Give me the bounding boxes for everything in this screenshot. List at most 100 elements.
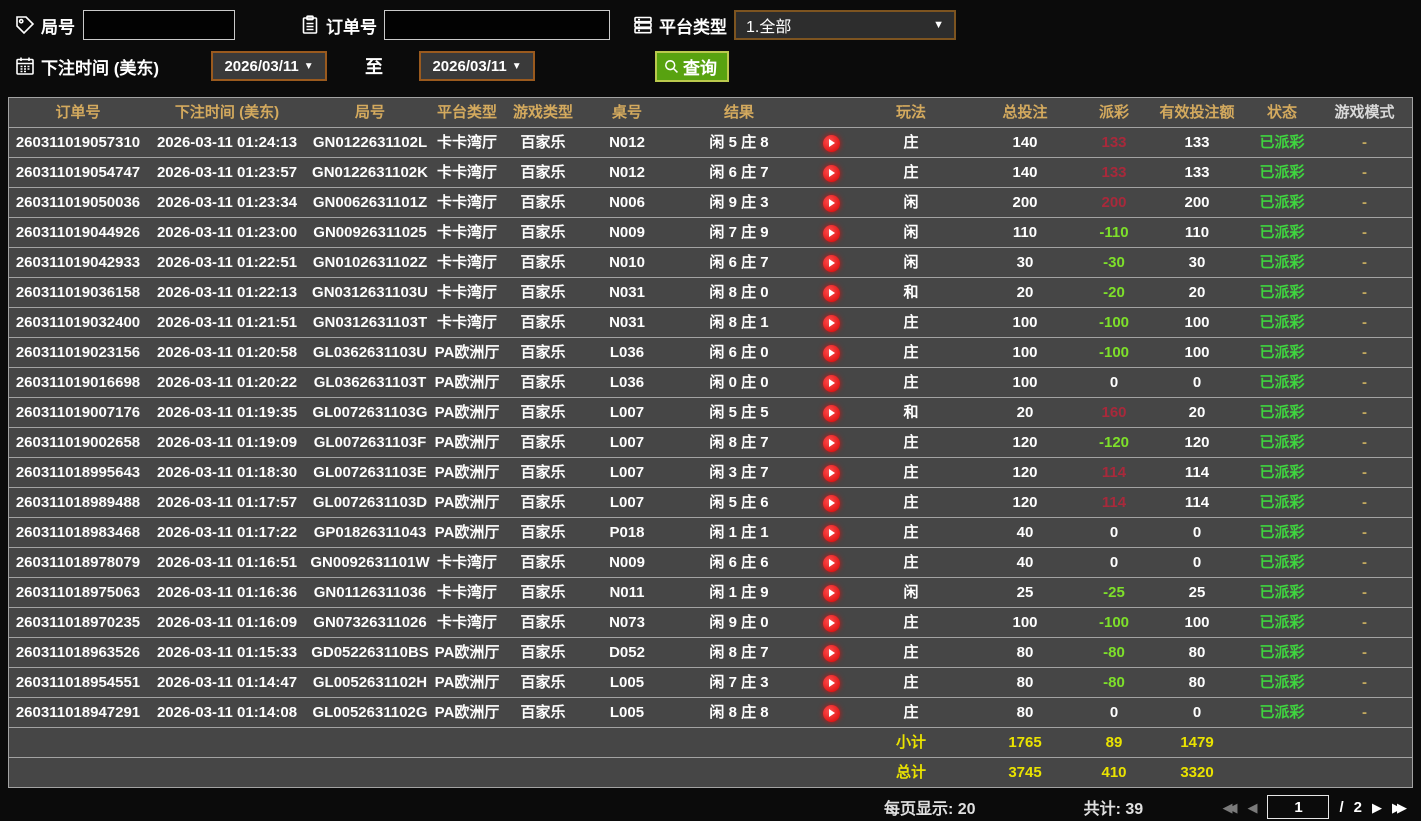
last-page-icon[interactable]: ▶▶ [1392,801,1407,814]
table-row: 260311019054747 2026-03-11 01:23:57 GN0122… [9,158,1412,188]
page-divider: / [1339,798,1344,816]
play-video-icon[interactable] [822,494,840,512]
cell-valid-bet: 20 [1188,284,1206,301]
cell-result: 闲 6 庄 6 [709,554,769,571]
cell-valid-bet: 133 [1184,164,1210,181]
first-page-icon[interactable]: ◀◀ [1222,801,1237,814]
cell-game-mode: - [1362,464,1367,481]
cell-game-no: GN0062631101Z [312,194,428,211]
play-video-icon[interactable] [822,614,840,632]
cell-payout: -80 [1103,674,1125,691]
cell-game-no: GN07326311026 [313,614,427,631]
platform-select-value: 1.全部 [746,19,792,36]
cell-platform-type: PA欧洲厅 [434,404,500,421]
date-to-picker[interactable]: 2026/03/11 ▼ [419,51,536,81]
cell-result: 闲 7 庄 3 [709,674,769,691]
total-count-label: 共计: 39 [1083,801,1144,818]
play-video-icon[interactable] [822,644,840,662]
prev-page-icon[interactable]: ◀ [1247,801,1257,814]
cell-bet-time: 2026-03-11 01:17:57 [156,494,298,511]
cell-replay [809,218,853,247]
cell-status: 已派彩 [1259,464,1305,481]
date-from-picker[interactable]: 2026/03/11 ▼ [211,51,328,81]
cell-valid-bet: 110 [1184,224,1210,241]
cell-status: 已派彩 [1259,494,1305,511]
table-header: 订单号 下注时间 (美东) 局号 平台类型 游戏类型 桌号 结果 玩法 总投注 … [9,98,1412,128]
cell-platform-type: 卡卡湾厅 [436,134,497,151]
cell-game-no: GN0102631102Z [312,254,428,271]
cell-total-bet: 140 [1012,134,1038,151]
play-video-icon[interactable] [822,134,840,152]
cell-status: 已派彩 [1259,674,1305,691]
cell-bet-time: 2026-03-11 01:17:22 [156,524,298,541]
play-video-icon[interactable] [822,584,840,602]
cell-play-type: 庄 [903,434,919,451]
cell-game-mode: - [1362,584,1367,601]
filter-bar: 局号 订单号 平台类型 1.全部 ▼ 下注时间 (美东) 2026/03/11 … [0,0,1421,84]
table-row: 260311018978079 2026-03-11 01:16:51 GN0092… [9,548,1412,578]
search-button-label: 查询 [683,58,718,78]
col-game-mode: 游戏模式 [1334,104,1395,121]
next-page-icon[interactable]: ▶ [1372,801,1382,814]
table-row: 260311018970235 2026-03-11 01:16:09 GN0732… [9,608,1412,638]
play-video-icon[interactable] [822,284,840,302]
play-video-icon[interactable] [822,524,840,542]
cell-status: 已派彩 [1259,584,1305,601]
cell-order-id: 260311018970235 [15,614,141,631]
cell-status: 已派彩 [1259,614,1305,631]
col-result: 结果 [723,104,754,121]
cell-game-no: GN0312631103T [312,314,428,331]
game-no-input[interactable] [83,10,235,40]
cell-play-type: 庄 [903,134,919,151]
cell-order-id: 260311019002658 [15,434,141,451]
cell-platform-type: 卡卡湾厅 [436,254,497,271]
cell-game-type: 百家乐 [520,254,566,271]
play-video-icon[interactable] [822,164,840,182]
play-video-icon[interactable] [822,374,840,392]
cell-game-no: GN0122631102K [312,164,428,181]
play-video-icon[interactable] [822,224,840,242]
cell-game-mode: - [1362,404,1367,421]
cell-platform-type: 卡卡湾厅 [436,224,497,241]
cell-payout: 133 [1101,164,1127,181]
cell-replay [809,368,853,397]
cell-game-no: GD052263110BS [311,644,429,661]
play-video-icon[interactable] [822,404,840,422]
platform-type-label: 平台类型 [659,17,727,37]
search-button[interactable]: 查询 [655,50,730,82]
table-row: 260311019023156 2026-03-11 01:20:58 GL0362… [9,338,1412,368]
cell-game-no: GL0052631102H [312,674,428,691]
cell-replay [809,578,853,607]
play-video-icon[interactable] [822,464,840,482]
table-row: 260311019057310 2026-03-11 01:24:13 GN0122… [9,128,1412,158]
order-no-input[interactable] [384,10,610,40]
cell-play-type: 庄 [903,314,919,331]
cell-total-bet: 80 [1016,644,1034,661]
cell-payout: 133 [1101,134,1127,151]
play-video-icon[interactable] [822,434,840,452]
cell-replay [809,458,853,487]
cell-order-id: 260311019054747 [15,164,141,181]
platform-select[interactable]: 1.全部 ▼ [734,10,956,40]
play-video-icon[interactable] [822,254,840,272]
cell-total-bet: 20 [1016,404,1034,421]
table-row: 260311018983468 2026-03-11 01:17:22 GP0182… [9,518,1412,548]
date-from-value: 2026/03/11 [224,57,299,75]
cell-valid-bet: 0 [1192,554,1202,571]
play-video-icon[interactable] [822,344,840,362]
footer: 每页显示: 20 共计: 39 ◀◀ ◀ 1 / 2 ▶ ▶▶ [0,788,1421,821]
play-video-icon[interactable] [822,554,840,572]
play-video-icon[interactable] [822,314,840,332]
table-row: 260311018963526 2026-03-11 01:15:33 GD0522… [9,638,1412,668]
current-page-input[interactable]: 1 [1267,795,1330,819]
cell-game-mode: - [1362,704,1367,721]
play-video-icon[interactable] [822,674,840,692]
cell-total-bet: 80 [1016,704,1034,721]
cell-play-type: 庄 [903,614,919,631]
play-video-icon[interactable] [822,704,840,722]
play-video-icon[interactable] [822,194,840,212]
cell-replay [809,188,853,217]
cell-result: 闲 1 庄 1 [709,524,769,541]
col-total-bet: 总投注 [1002,104,1048,121]
cell-status: 已派彩 [1259,554,1305,571]
